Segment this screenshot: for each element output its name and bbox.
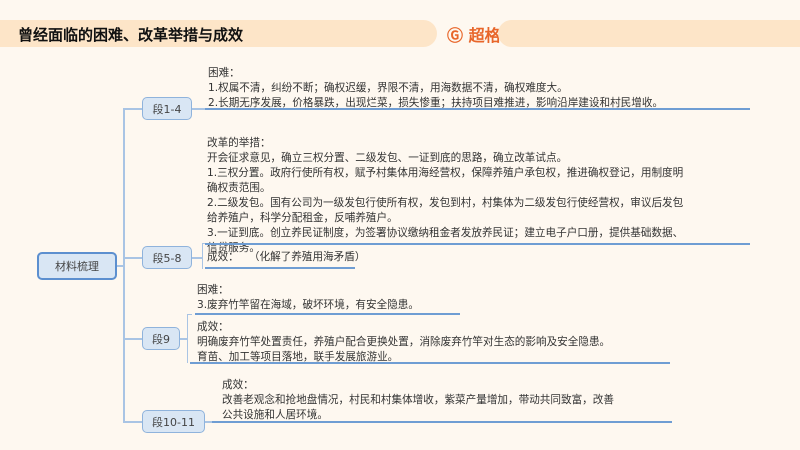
connector [123, 257, 142, 259]
block-line: 改善老观念和抢地盘情况，村民和村集体增收，紫菜产量增加，带动共同致富，改善 [222, 394, 614, 406]
connector [116, 265, 123, 267]
c-logo-icon: Ⓖ [447, 26, 464, 45]
underline [205, 243, 750, 245]
branch-node-9[interactable]: 段9 [142, 327, 180, 350]
block-line: 开会征求意见，确立三权分置、二级发包、一证到底的思路，确立改革试点。 [207, 152, 568, 164]
underline [190, 362, 670, 364]
block-line: 3.一证到底。创立养民证制度，为签署协议缴纳租金者发放养民证；建立电子户口册，提… [207, 227, 684, 239]
topic-block[interactable]: 改革的举措： 开会征求意见，确立三权分置、二级发包、一证到底的思路，确立改革试点。… [207, 136, 683, 256]
header-pill [498, 20, 800, 47]
block-line: （化解了养殖用海矛盾） [248, 251, 366, 263]
branch-node-1-4[interactable]: 段1-4 [142, 97, 192, 120]
connector [192, 108, 205, 110]
underline [205, 108, 750, 110]
block-heading: 困难： [208, 67, 240, 79]
connector [205, 421, 212, 423]
topic-block[interactable]: 困难： 3.废弃竹竿留在海域，破坏环境，有安全隐患。 [197, 283, 419, 313]
connector [123, 108, 142, 110]
connector [123, 108, 125, 422]
underline [195, 313, 460, 315]
block-heading: 困难： [197, 284, 229, 296]
page-title: 曾经面临的困难、改革举措与成效 [18, 26, 244, 44]
block-line: 3.废弃竹竿留在海域，破坏环境，有安全隐患。 [197, 299, 419, 311]
block-heading: 成效： [207, 251, 239, 263]
underline [205, 267, 355, 269]
connector [180, 338, 187, 340]
block-heading: 成效： [197, 321, 229, 333]
topic-block[interactable]: 成效： 明确废弃竹竿处置责任，养殖户配合更换处置，消除废弃竹竿对生态的影响及安全隐… [197, 320, 610, 365]
topic-block[interactable]: 困难： 1.权属不清，纠纷不断；确权迟缓，界限不清，用海数据不清，确权难度大。 2.… [208, 66, 663, 111]
brand-logo: Ⓖ 超格 [447, 22, 501, 46]
connector [123, 421, 142, 423]
root-node[interactable]: 材料梳理 [37, 252, 117, 280]
connector [123, 338, 142, 340]
topic-block[interactable]: 成效： （化解了养殖用海矛盾） [207, 250, 365, 265]
block-line: 明确废弃竹竿处置责任，养殖户配合更换处置，消除废弃竹竿对生态的影响及安全隐患。 [197, 336, 611, 348]
block-heading: 成效： [222, 379, 254, 391]
block-line: 确权责范围。 [207, 182, 271, 194]
logo-text: 超格 [468, 26, 501, 45]
branch-node-5-8[interactable]: 段5-8 [142, 246, 192, 269]
header-bar: 曾经面临的困难、改革举措与成效 [0, 20, 437, 47]
underline [212, 421, 672, 423]
connector [192, 257, 202, 259]
block-heading: 改革的举措： [207, 137, 271, 149]
branch-node-10-11[interactable]: 段10-11 [142, 410, 205, 433]
block-line: 1.权属不清，纠纷不断；确权迟缓，界限不清，用海数据不清，确权难度大。 [208, 82, 568, 94]
topic-block[interactable]: 成效： 改善老观念和抢地盘情况，村民和村集体增收，紫菜产量增加，带动共同致富，改善… [222, 378, 614, 423]
slide: 曾经面临的困难、改革举措与成效 Ⓖ 超格 材料梳理 段1-4 段5-8 段9 段… [0, 0, 800, 450]
bracket [187, 314, 192, 363]
block-line: 给养殖户，科学分配租金，反哺养殖户。 [207, 212, 398, 224]
block-line: 2.二级发包。国有公司为一级发包行使所有权，发包到村，村集体为二级发包行使经营权… [207, 197, 684, 209]
block-line: 1.三权分置。政府行使所有权，赋予村集体用海经营权，保障养殖户承包权，推进确权登… [207, 167, 684, 179]
